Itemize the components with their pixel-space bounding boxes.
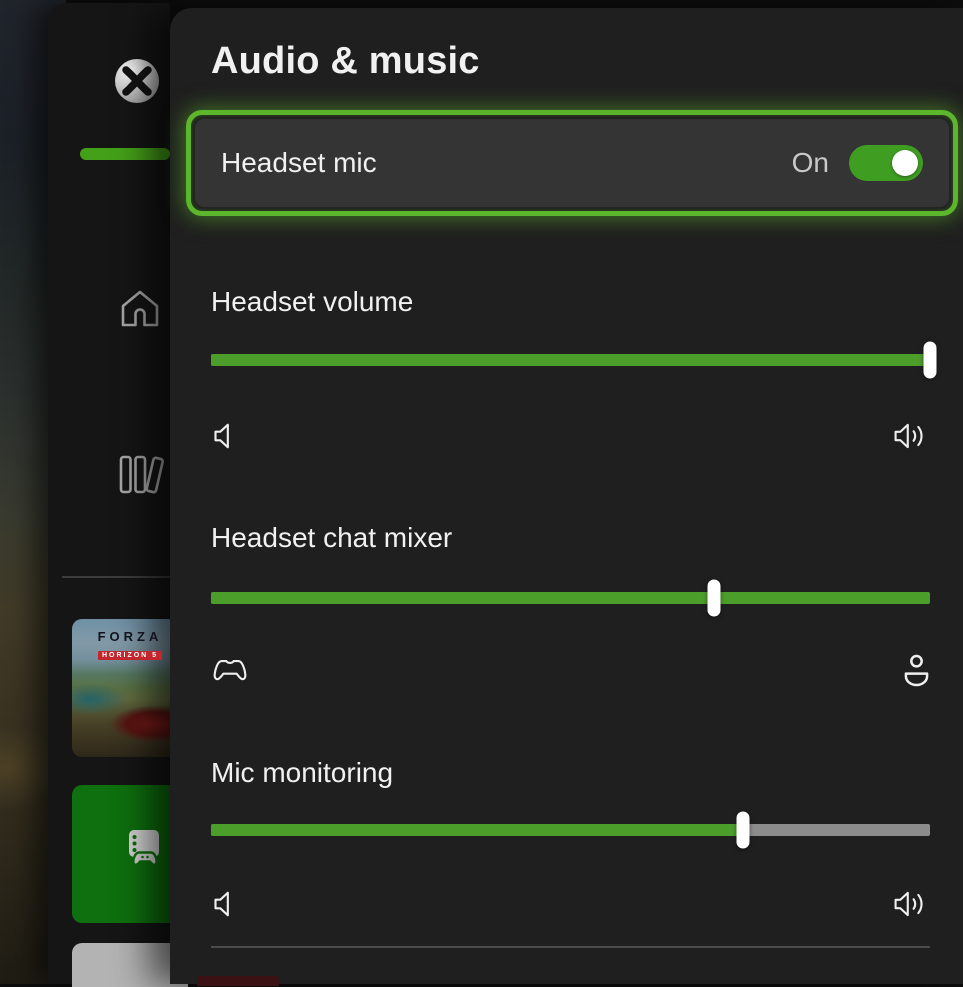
xbox-logo-icon [113, 57, 161, 105]
speaker-loud-icon [894, 421, 930, 451]
forza-title-text: FORZA [72, 629, 188, 644]
focus-ring: Headset mic On [186, 110, 958, 216]
forza-art-text: FORZA HORIZON 5 [72, 629, 188, 662]
slider-fill [211, 592, 714, 604]
sidebar-item-home[interactable] [116, 284, 164, 332]
speaker-quiet-icon [211, 889, 235, 919]
mic-monitoring-minmax [211, 884, 930, 924]
library-icon [112, 450, 168, 498]
home-icon [116, 284, 164, 332]
headset-volume-minmax [211, 416, 930, 456]
headset-mic-label: Headset mic [221, 147, 377, 179]
toggle-knob [892, 150, 918, 176]
speaker-quiet-icon [211, 421, 235, 451]
headset-mic-toggle[interactable] [849, 145, 923, 181]
chat-mixer-minmax [211, 648, 930, 692]
speaker-loud-icon [894, 889, 930, 919]
slider-fill [211, 354, 930, 366]
sidebar-item-library[interactable] [112, 450, 168, 498]
chat-mixer-label: Headset chat mixer [211, 522, 452, 554]
person-icon [903, 652, 930, 688]
headset-mic-row[interactable]: Headset mic On [195, 119, 949, 207]
slider-fill [211, 824, 743, 836]
toggle-state-label: On [792, 147, 829, 179]
sidebar-divider [62, 576, 170, 578]
page-title: Audio & music [211, 40, 480, 83]
headset-volume-label: Headset volume [211, 286, 413, 318]
chat-mixer-slider[interactable] [211, 592, 930, 604]
mic-monitoring-slider[interactable] [211, 824, 930, 836]
audio-music-panel: Audio & music Headset mic On Headset vol… [170, 8, 963, 984]
mic-monitoring-label: Mic monitoring [211, 757, 393, 789]
slider-thumb[interactable] [708, 580, 721, 617]
slider-thumb[interactable] [737, 812, 750, 849]
slider-thumb[interactable] [924, 342, 937, 379]
partial-content-below [197, 976, 279, 986]
xbox-guide-button[interactable] [113, 57, 161, 105]
controller-icon [211, 656, 249, 684]
forza-subtitle-text: HORIZON 5 [98, 651, 162, 660]
active-tab-indicator [80, 148, 170, 160]
guide-sidebar: FORZA HORIZON 5 [48, 3, 170, 984]
section-divider [211, 946, 930, 948]
headset-volume-slider[interactable] [211, 354, 930, 366]
